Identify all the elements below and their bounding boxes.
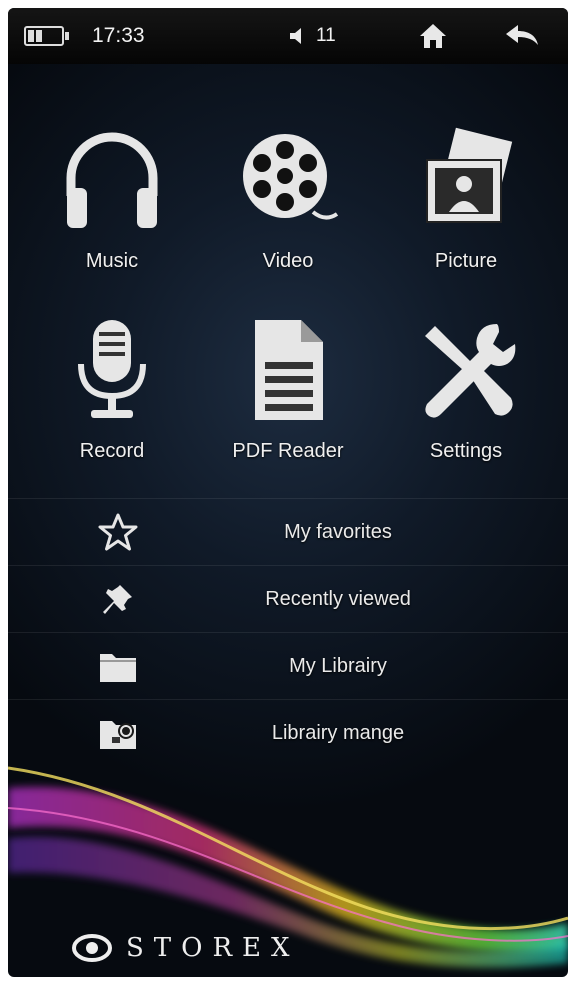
menu-list: My favorites Recently viewed My Librairy	[8, 498, 568, 766]
pin-icon	[103, 585, 132, 614]
folder-icon	[100, 654, 136, 682]
app-music[interactable]: Music	[22, 126, 202, 296]
device-screen: 17:33 11 Music Video Picture Record PDF …	[8, 8, 568, 977]
app-label: Settings	[429, 440, 503, 462]
volume-level: 11	[316, 25, 336, 46]
brand-logo: STOREX	[72, 928, 300, 968]
menu-label: Recently viewed	[265, 587, 411, 610]
home-button[interactable]	[418, 8, 448, 64]
microphone-icon	[78, 320, 146, 418]
battery-icon	[24, 8, 69, 64]
status-bar: 17:33 11	[8, 8, 568, 64]
clock: 17:33	[92, 24, 145, 47]
folder-settings-icon	[100, 721, 136, 749]
menu-item-my-favorites[interactable]: My favorites	[8, 498, 568, 565]
menu-item-recently-viewed[interactable]: Recently viewed	[8, 565, 568, 632]
picture-icon	[426, 127, 513, 223]
app-pdf-reader[interactable]: PDF Reader	[198, 316, 378, 486]
document-icon	[255, 320, 323, 420]
app-record[interactable]: Record	[22, 316, 202, 486]
app-label: PDF Reader	[232, 440, 344, 462]
menu-label: Librairy mange	[271, 721, 405, 744]
storex-logo-icon	[72, 934, 112, 962]
back-arrow-icon	[506, 25, 538, 45]
brand-name: STOREX	[126, 933, 300, 963]
app-label: Record	[79, 440, 145, 462]
back-button[interactable]	[504, 8, 540, 64]
app-settings[interactable]: Settings	[376, 316, 556, 486]
app-video[interactable]: Video	[198, 126, 378, 296]
app-label: Picture	[434, 250, 498, 272]
speaker-icon	[290, 28, 301, 44]
star-icon	[98, 513, 138, 551]
volume-control[interactable]: 11	[288, 8, 336, 64]
app-label: Music	[85, 250, 139, 272]
app-picture[interactable]: Picture	[376, 126, 556, 296]
home-icon	[420, 24, 446, 48]
app-label: Video	[262, 250, 314, 272]
film-reel-icon	[243, 134, 339, 220]
menu-label: My Librairy	[289, 654, 387, 677]
wrench-screwdriver-icon	[425, 324, 516, 418]
headphones-icon	[66, 132, 158, 228]
menu-item-my-library[interactable]: My Librairy	[8, 632, 568, 699]
menu-label: My favorites	[284, 520, 392, 543]
